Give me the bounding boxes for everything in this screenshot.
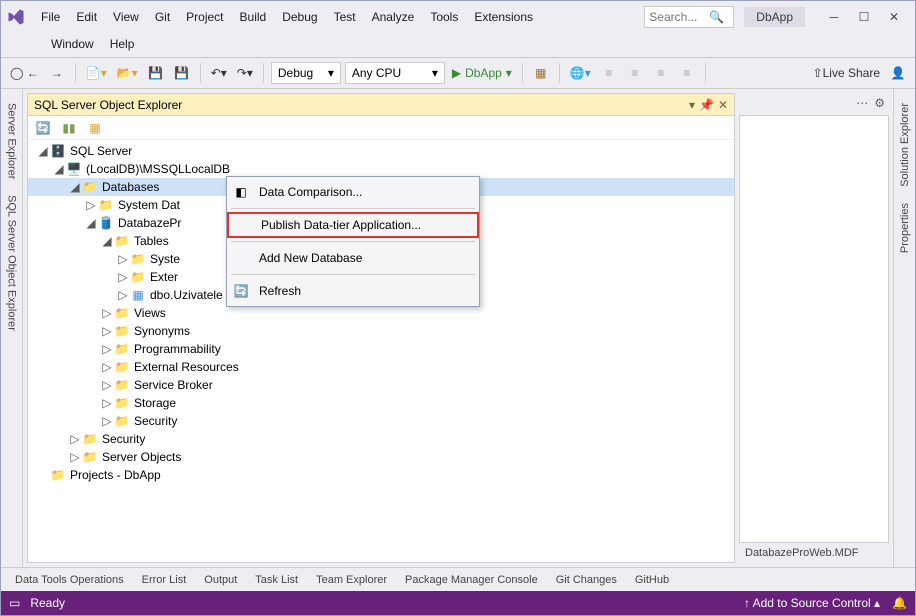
sidebar-left: Server Explorer SQL Server Object Explor… bbox=[1, 89, 23, 567]
menu-view[interactable]: View bbox=[105, 6, 147, 28]
save-all-button[interactable]: 💾 bbox=[171, 62, 193, 84]
preview-panel: ⋯ ⚙ DatabazeProWeb.MDF bbox=[739, 93, 889, 563]
search-icon[interactable]: 🔍 bbox=[709, 10, 724, 24]
node-projects[interactable]: 📁Projects - DbApp bbox=[28, 466, 734, 484]
undo-button[interactable]: ↶▾ bbox=[208, 62, 230, 84]
redo-button[interactable]: ↷▾ bbox=[234, 62, 256, 84]
nav-back-button[interactable]: ◯ ← bbox=[7, 62, 42, 84]
browser-button[interactable]: 🌐▾ bbox=[567, 62, 594, 84]
search-box[interactable]: 🔍 bbox=[644, 6, 734, 28]
live-share-button[interactable]: ⇧ Live Share bbox=[810, 62, 883, 84]
ctx-data-comparison[interactable]: ◧Data Comparison... bbox=[227, 179, 479, 205]
preview-body bbox=[739, 115, 889, 543]
panel-pin-icon[interactable]: 📌 bbox=[699, 98, 714, 112]
menu-help[interactable]: Help bbox=[102, 33, 143, 55]
menu-tools[interactable]: Tools bbox=[422, 6, 466, 28]
maximize-button[interactable]: ☐ bbox=[849, 5, 879, 29]
node-security-db[interactable]: ▷📁Security bbox=[28, 412, 734, 430]
btab-error-list[interactable]: Error List bbox=[134, 570, 195, 590]
btab-pmc[interactable]: Package Manager Console bbox=[397, 570, 546, 590]
ctx-refresh-icon: 🔄 bbox=[233, 283, 249, 299]
menu-analyze[interactable]: Analyze bbox=[364, 6, 423, 28]
save-button[interactable]: 💾 bbox=[145, 62, 167, 84]
refresh-icon[interactable]: 🔄 bbox=[32, 117, 54, 139]
menu-project[interactable]: Project bbox=[178, 6, 231, 28]
preview-menu-icon[interactable]: ⋯ bbox=[856, 96, 868, 110]
status-ready: Ready bbox=[30, 596, 65, 610]
btab-data-tools[interactable]: Data Tools Operations bbox=[7, 570, 132, 590]
open-file-button[interactable]: 📂▾ bbox=[114, 62, 141, 84]
status-icon: ▭ bbox=[9, 596, 20, 610]
node-sql-server[interactable]: ◢🗄️SQL Server bbox=[28, 142, 734, 160]
titlebar: File Edit View Git Project Build Debug T… bbox=[1, 1, 915, 33]
panel-sql-explorer: SQL Server Object Explorer ▾ 📌 ✕ 🔄 ▮▮ ▦ … bbox=[27, 93, 735, 563]
node-serverobj[interactable]: ▷📁Server Objects bbox=[28, 448, 734, 466]
vs-logo-icon bbox=[7, 8, 25, 26]
menu-file[interactable]: File bbox=[33, 6, 68, 28]
menu-extensions[interactable]: Extensions bbox=[466, 6, 541, 28]
preview-label: DatabazeProWeb.MDF bbox=[739, 543, 889, 563]
dim1-button[interactable]: ≡ bbox=[598, 62, 620, 84]
tab-sql-explorer[interactable]: SQL Server Object Explorer bbox=[3, 187, 21, 339]
dim2-button[interactable]: ≡ bbox=[624, 62, 646, 84]
context-menu: ◧Data Comparison... Publish Data-tier Ap… bbox=[226, 176, 480, 307]
menu-edit[interactable]: Edit bbox=[68, 6, 105, 28]
source-control-button[interactable]: ↑ Add to Source Control ▴ bbox=[744, 596, 880, 610]
preview-gear-icon[interactable]: ⚙ bbox=[874, 96, 885, 110]
btab-github[interactable]: GitHub bbox=[627, 570, 677, 590]
menu-debug[interactable]: Debug bbox=[274, 6, 325, 28]
panel-close-icon[interactable]: ✕ bbox=[718, 98, 728, 112]
statusbar: ▭ Ready ↑ Add to Source Control ▴ 🔔 bbox=[1, 591, 915, 615]
nav-fwd-button[interactable]: → bbox=[46, 62, 68, 84]
menu-git[interactable]: Git bbox=[147, 6, 178, 28]
panel-toolbar: 🔄 ▮▮ ▦ bbox=[28, 116, 734, 140]
notifications-icon[interactable]: 🔔 bbox=[892, 596, 907, 610]
solution-name: DbApp bbox=[744, 7, 805, 27]
close-button[interactable]: ✕ bbox=[879, 5, 909, 29]
tab-solution-explorer[interactable]: Solution Explorer bbox=[896, 95, 914, 195]
menubar: File Edit View Git Project Build Debug T… bbox=[33, 6, 644, 28]
toolbar: ◯ ← → 📄▾ 📂▾ 💾 💾 ↶▾ ↷▾ Debug▾ Any CPU▾ ▶ … bbox=[1, 57, 915, 89]
btab-output[interactable]: Output bbox=[196, 570, 245, 590]
new-project-button[interactable]: 📄▾ bbox=[83, 62, 110, 84]
compare-icon: ◧ bbox=[233, 184, 249, 200]
minimize-button[interactable]: ─ bbox=[819, 5, 849, 29]
dim4-button[interactable]: ≡ bbox=[676, 62, 698, 84]
node-prog[interactable]: ▷📁Programmability bbox=[28, 340, 734, 358]
group-icon[interactable]: ▦ bbox=[84, 117, 106, 139]
tab-properties[interactable]: Properties bbox=[896, 195, 914, 261]
btab-team-explorer[interactable]: Team Explorer bbox=[308, 570, 395, 590]
bottom-tabs: Data Tools Operations Error List Output … bbox=[1, 567, 915, 591]
config-dropdown[interactable]: Debug▾ bbox=[271, 62, 341, 84]
run-button[interactable]: ▶ DbApp ▾ bbox=[449, 62, 515, 84]
ctx-add-database[interactable]: Add New Database bbox=[227, 245, 479, 271]
tree: ◢🗄️SQL Server ◢🖥️(LocalDB)\MSSQLLocalDB … bbox=[28, 140, 734, 562]
btab-git-changes[interactable]: Git Changes bbox=[548, 570, 625, 590]
user-button[interactable]: 👤 bbox=[887, 62, 909, 84]
menu-test[interactable]: Test bbox=[326, 6, 364, 28]
menu-window[interactable]: Window bbox=[43, 33, 102, 55]
menubar-row2: Window Help bbox=[1, 33, 915, 57]
sidebar-right: Solution Explorer Properties bbox=[893, 89, 915, 567]
node-broker[interactable]: ▷📁Service Broker bbox=[28, 376, 734, 394]
node-extres[interactable]: ▷📁External Resources bbox=[28, 358, 734, 376]
node-synonyms[interactable]: ▷📁Synonyms bbox=[28, 322, 734, 340]
ctx-publish-datatier[interactable]: Publish Data-tier Application... bbox=[227, 212, 479, 238]
ctx-refresh[interactable]: 🔄Refresh bbox=[227, 278, 479, 304]
search-input[interactable] bbox=[649, 10, 709, 24]
menu-build[interactable]: Build bbox=[232, 6, 275, 28]
tool1-button[interactable]: ▦ bbox=[530, 62, 552, 84]
node-security-srv[interactable]: ▷📁Security bbox=[28, 430, 734, 448]
dim3-button[interactable]: ≡ bbox=[650, 62, 672, 84]
panel-dropdown-icon[interactable]: ▾ bbox=[689, 98, 695, 112]
add-server-icon[interactable]: ▮▮ bbox=[58, 117, 80, 139]
panel-header: SQL Server Object Explorer ▾ 📌 ✕ bbox=[28, 94, 734, 116]
node-storage[interactable]: ▷📁Storage bbox=[28, 394, 734, 412]
panel-title: SQL Server Object Explorer bbox=[34, 98, 182, 112]
platform-dropdown[interactable]: Any CPU▾ bbox=[345, 62, 445, 84]
tab-server-explorer[interactable]: Server Explorer bbox=[3, 95, 21, 187]
btab-task-list[interactable]: Task List bbox=[247, 570, 306, 590]
